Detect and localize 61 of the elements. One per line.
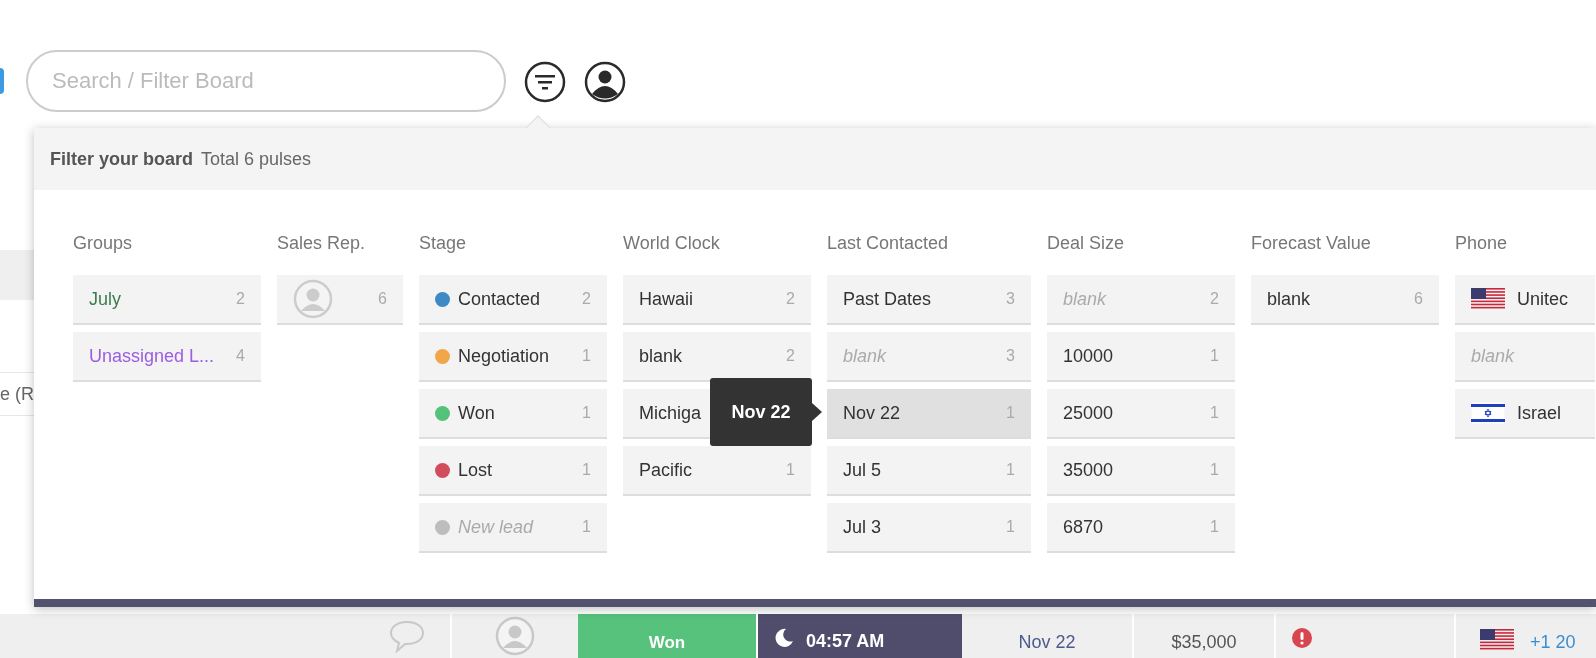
option-label: Israel xyxy=(1517,401,1561,425)
option-label: Negotiation xyxy=(458,344,550,368)
option-label: Past Dates xyxy=(843,287,932,311)
option-count: 1 xyxy=(1210,517,1219,537)
group-label: July xyxy=(89,287,121,311)
panel-title: Filter your board xyxy=(50,147,193,171)
column-heading: Forecast Value xyxy=(1251,232,1372,255)
option-count: 2 xyxy=(786,346,795,366)
option-label: blank xyxy=(639,344,683,368)
option-count: 2 xyxy=(1210,289,1219,309)
option-label: Nov 22 xyxy=(843,401,901,425)
tooltip: Nov 22 xyxy=(710,378,812,446)
option-label: Unitec xyxy=(1517,287,1569,311)
option-label: Hawaii xyxy=(639,287,694,311)
option-count: 1 xyxy=(786,460,795,480)
option-label: Contacted xyxy=(458,287,541,311)
option-count: 4 xyxy=(236,346,245,366)
option-count: 1 xyxy=(1210,460,1219,480)
option-label: 10000 xyxy=(1063,344,1114,368)
option-label: 35000 xyxy=(1063,458,1114,482)
column-heading: World Clock xyxy=(623,232,721,255)
column-heading: Stage xyxy=(419,232,468,255)
option-count: 1 xyxy=(582,346,591,366)
option-count: 3 xyxy=(1006,346,1015,366)
amount-text: $35,000 xyxy=(1171,631,1237,654)
group-label: Unassigned L... xyxy=(89,344,215,368)
column-heading: Sales Rep. xyxy=(277,232,367,255)
option-label: Jul 5 xyxy=(843,458,882,482)
column-heading: Deal Size xyxy=(1047,232,1126,255)
clock-time: 04:57 AM xyxy=(806,630,885,653)
option-label: blank xyxy=(1471,344,1515,368)
phone-number: +1 20 xyxy=(1530,631,1576,654)
option-label: Won xyxy=(458,401,495,425)
option-count: 1 xyxy=(1210,403,1219,423)
panel-subtitle: Total 6 pulses xyxy=(201,147,312,171)
option-label: New lead xyxy=(458,515,534,539)
option-count: 2 xyxy=(786,289,795,309)
option-count: 1 xyxy=(582,403,591,423)
option-count: 2 xyxy=(236,289,245,309)
option-count: 1 xyxy=(582,460,591,480)
option-label: Michiga xyxy=(639,401,702,425)
option-count: 6 xyxy=(1414,289,1423,309)
option-label: blank xyxy=(843,344,887,368)
option-count: 3 xyxy=(1006,289,1015,309)
option-label: 25000 xyxy=(1063,401,1114,425)
option-label: Pacific xyxy=(639,458,692,482)
column-heading: Phone xyxy=(1455,232,1509,255)
column-heading: Last Contacted xyxy=(827,232,950,255)
option-count: 1 xyxy=(1006,517,1015,537)
column-heading: Groups xyxy=(73,232,134,255)
option-label: blank xyxy=(1267,287,1311,311)
option-count: 1 xyxy=(582,517,591,537)
date-text: Nov 22 xyxy=(1018,631,1076,654)
option-label: Jul 3 xyxy=(843,515,882,539)
option-label: 6870 xyxy=(1063,515,1104,539)
option-count: 2 xyxy=(582,289,591,309)
option-count: 1 xyxy=(1210,346,1219,366)
option-label: Lost xyxy=(458,458,493,482)
option-count: 1 xyxy=(1006,460,1015,480)
option-label: blank xyxy=(1063,287,1107,311)
option-count: 6 xyxy=(378,289,387,309)
